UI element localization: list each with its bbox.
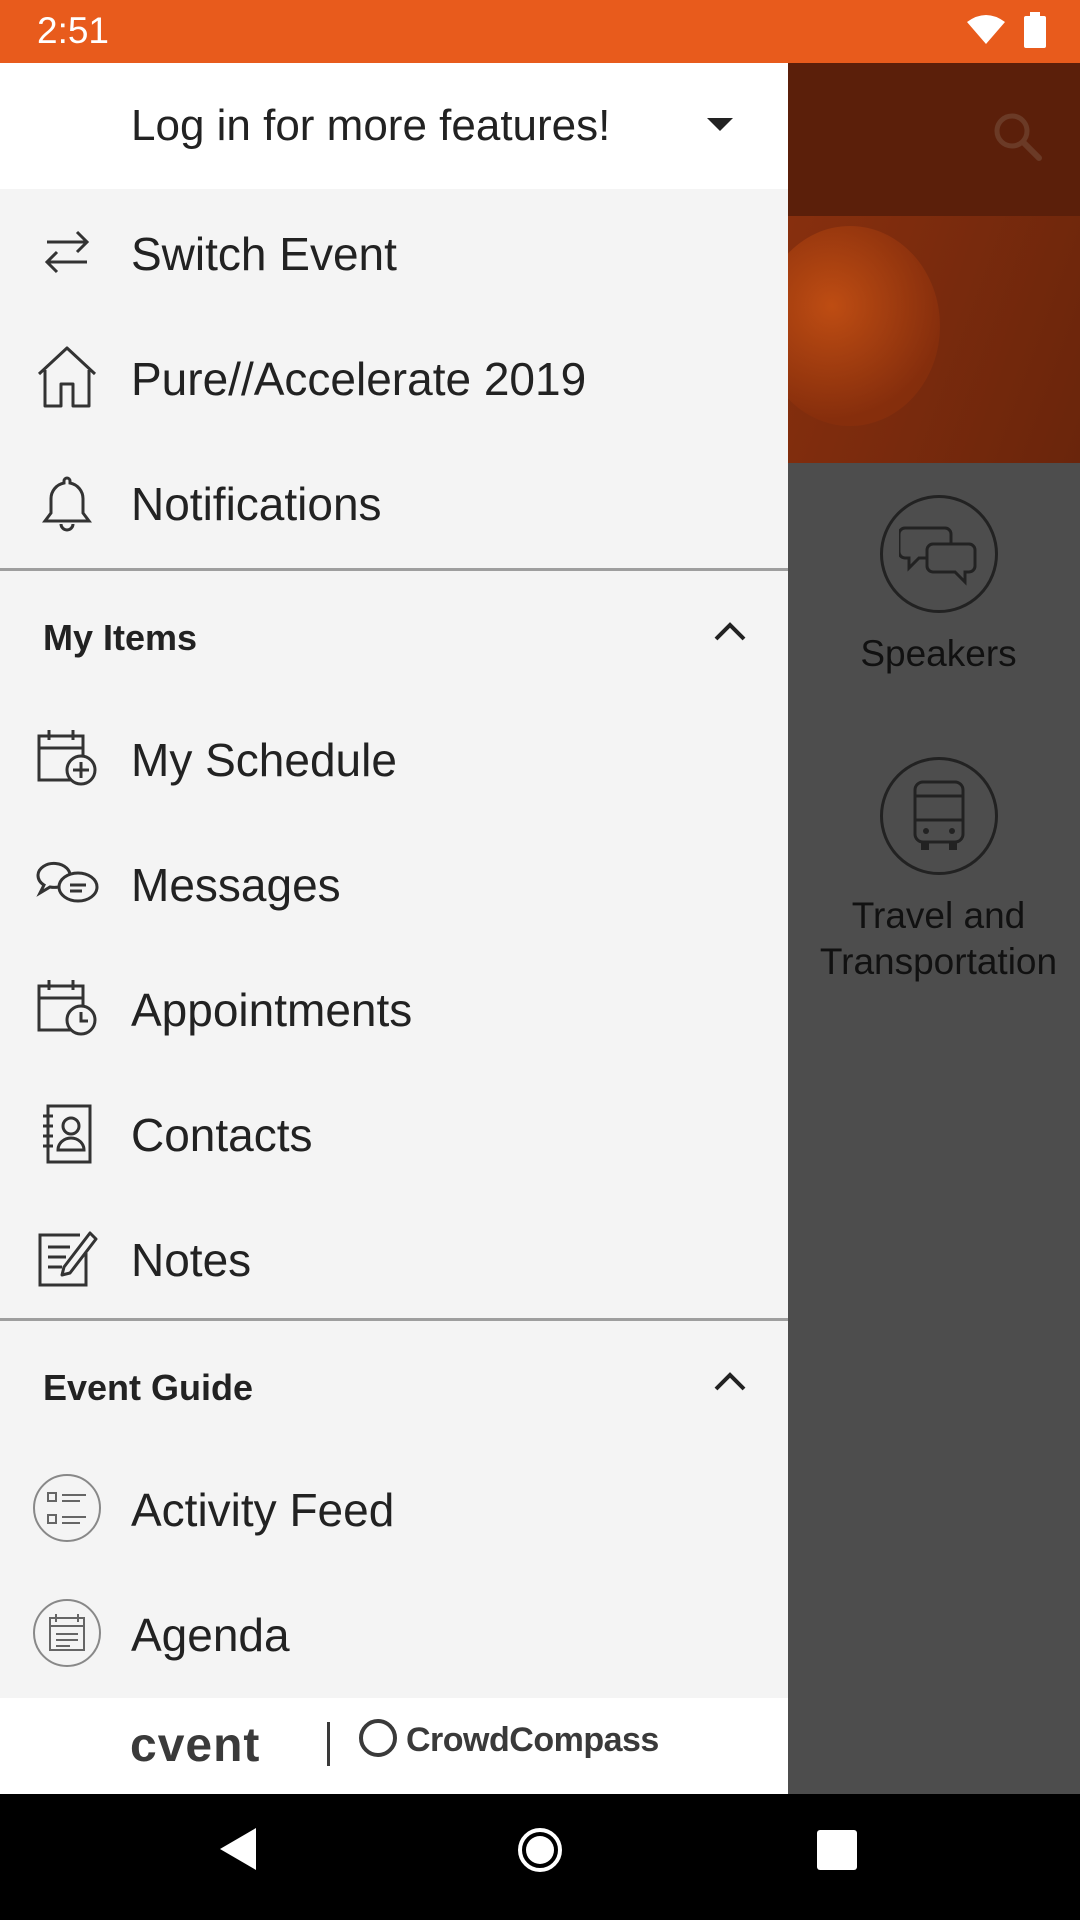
agenda-icon (32, 1598, 102, 1668)
list-icon (32, 1473, 102, 1543)
tile-speakers[interactable]: Speakers (805, 495, 1072, 677)
recents-icon[interactable] (817, 1830, 857, 1875)
drawer-item-label: Activity Feed (131, 1484, 395, 1536)
drawer-footer: cvent CrowdCompass (0, 1698, 788, 1794)
contact-book-icon (32, 1098, 102, 1168)
compass-icon (358, 1718, 398, 1763)
drawer-item-notifications[interactable]: Notifications (0, 439, 788, 564)
status-time: 2:51 (37, 10, 110, 51)
drawer-item-label: Messages (131, 859, 341, 911)
drawer-item-label: Switch Event (131, 228, 397, 280)
dropdown-caret-icon[interactable] (707, 118, 733, 131)
drawer-item-appointments[interactable]: Appointments (0, 945, 788, 1070)
cvent-logo: cvent (130, 1719, 261, 1772)
notepad-pencil-icon (32, 1223, 102, 1293)
tile-label: Speakers (860, 633, 1017, 674)
tile-travel[interactable]: Travel and Transportation (805, 757, 1072, 985)
drawer-item-label: My Schedule (131, 734, 397, 786)
back-icon[interactable] (216, 1824, 260, 1879)
drawer-item-activity-feed[interactable]: Activity Feed (0, 1445, 788, 1570)
calendar-add-icon (32, 723, 102, 793)
battery-icon (1024, 12, 1046, 53)
switch-arrows-icon (32, 217, 102, 287)
drawer-item-messages[interactable]: Messages (0, 820, 788, 945)
drawer-item-event-home[interactable]: Pure//Accelerate 2019 (0, 314, 788, 439)
status-icons (966, 12, 1046, 53)
crowdcompass-text: CrowdCompass (406, 1721, 659, 1759)
calendar-clock-icon (32, 973, 102, 1043)
drawer-item-contacts[interactable]: Contacts (0, 1070, 788, 1195)
status-bar: 2:51 (0, 0, 1080, 63)
drawer-item-label: Contacts (131, 1109, 313, 1161)
drawer-item-label: Notifications (131, 478, 382, 530)
home-button-icon[interactable] (516, 1826, 564, 1879)
bell-icon (32, 467, 102, 537)
chevron-up-icon[interactable] (712, 621, 748, 648)
system-nav-bar (0, 1794, 1080, 1920)
bus-icon (879, 757, 998, 875)
drawer-item-label: Appointments (131, 984, 413, 1036)
chevron-up-icon[interactable] (712, 1371, 748, 1398)
login-prompt: Log in for more features! (131, 101, 611, 150)
chat-bubbles-icon (32, 848, 102, 918)
drawer-item-switch-event[interactable]: Switch Event (0, 189, 788, 314)
footer-separator (327, 1722, 330, 1766)
drawer-item-label: Pure//Accelerate 2019 (131, 353, 587, 405)
section-header-event-guide[interactable]: Event Guide (0, 1321, 788, 1446)
drawer-item-label: Notes (131, 1234, 252, 1286)
wifi-icon (966, 14, 1006, 51)
crowdcompass-logo: CrowdCompass (358, 1718, 659, 1763)
section-title: Event Guide (43, 1367, 254, 1408)
home-icon (32, 342, 102, 412)
tile-label: Travel and Transportation (819, 895, 1058, 982)
search-icon[interactable] (992, 111, 1042, 166)
navigation-drawer: Log in for more features! Switch Event P… (0, 63, 788, 1794)
login-header[interactable]: Log in for more features! (0, 63, 788, 189)
section-title: My Items (43, 617, 198, 658)
drawer-item-my-schedule[interactable]: My Schedule (0, 695, 788, 820)
section-header-my-items[interactable]: My Items (0, 571, 788, 696)
drawer-item-label: Agenda (131, 1609, 290, 1661)
speech-bubbles-icon (879, 495, 998, 613)
drawer-item-notes[interactable]: Notes (0, 1195, 788, 1320)
drawer-item-agenda[interactable]: Agenda (0, 1570, 788, 1695)
